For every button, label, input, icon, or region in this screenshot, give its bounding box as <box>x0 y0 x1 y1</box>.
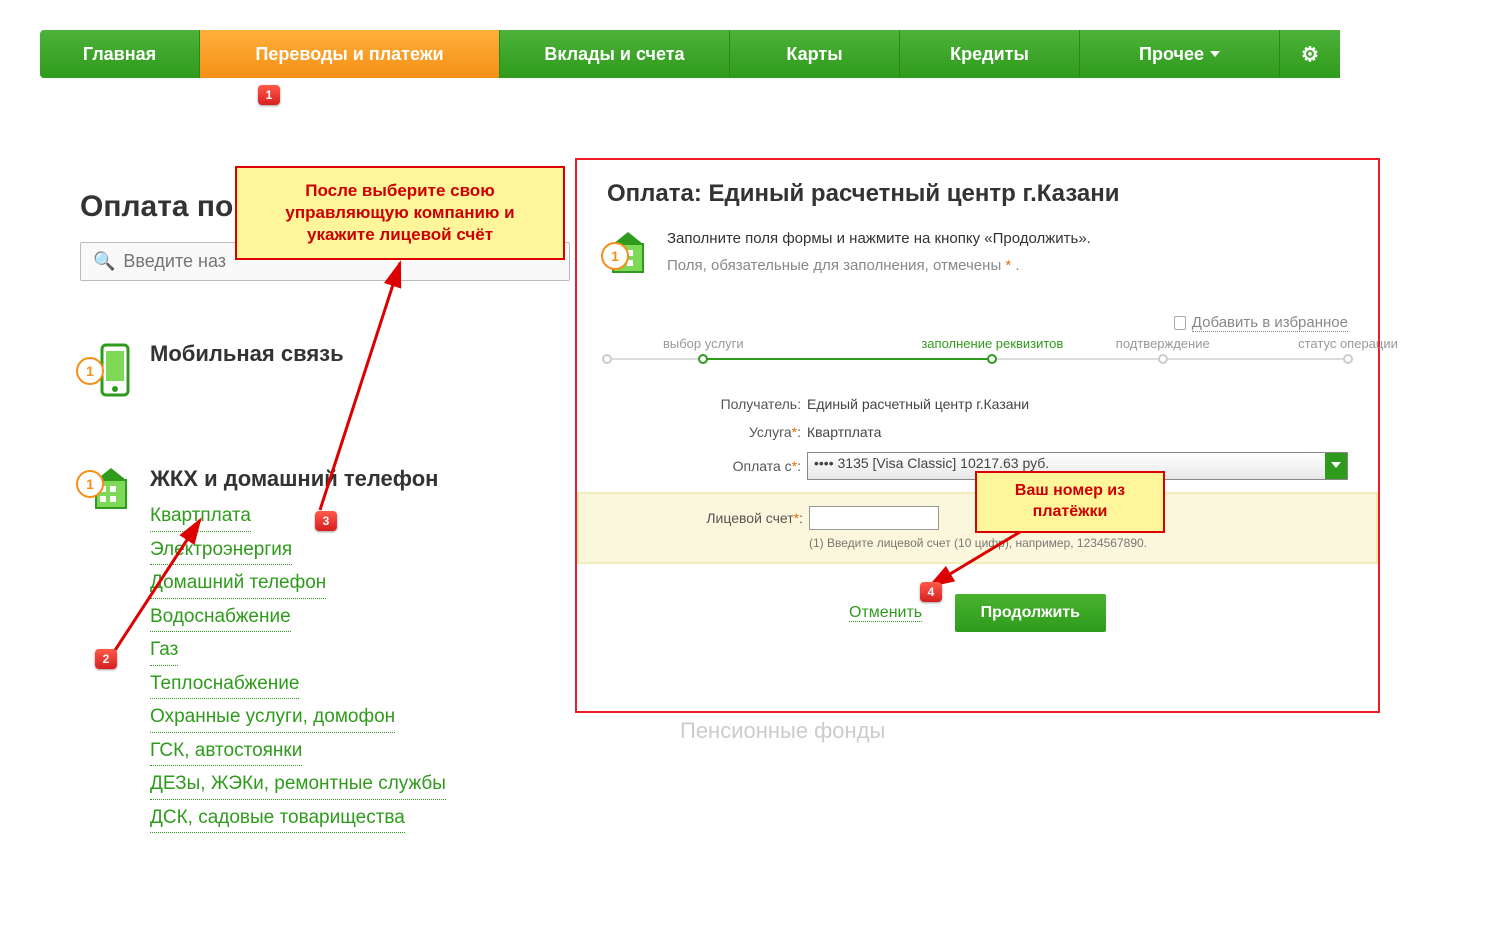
link-heat[interactable]: Теплоснабжение <box>150 670 299 700</box>
panel-title: Оплата: Единый расчетный центр г.Казани <box>607 180 1348 208</box>
add-favorite-link[interactable]: Добавить в избранное <box>1192 314 1348 332</box>
callout-instruction-1: После выберите свою управляющую компанию… <box>235 166 565 260</box>
gear-icon: ⚙ <box>1301 42 1319 67</box>
nav-deposits[interactable]: Вклады и счета <box>500 30 730 78</box>
payment-panel: Оплата: Единый расчетный центр г.Казани … <box>575 158 1380 713</box>
step-label-1: выбор услуги <box>663 336 744 351</box>
continue-button[interactable]: Продолжить <box>955 594 1106 632</box>
link-dez[interactable]: ДЕЗы, ЖЭКи, ремонтные службы <box>150 770 446 800</box>
step-label-3: подтверждение <box>1116 336 1210 351</box>
arrow-2-to-kvartplata <box>100 510 240 660</box>
nav-credits[interactable]: Кредиты <box>900 30 1080 78</box>
bookmark-icon <box>1174 316 1186 330</box>
nav-settings[interactable]: ⚙ <box>1280 30 1340 78</box>
link-dsk[interactable]: ДСК, садовые товарищества <box>150 804 405 834</box>
link-garage[interactable]: ГСК, автостоянки <box>150 737 302 767</box>
panel-info-1: Заполните поля формы и нажмите на кнопку… <box>667 230 1091 247</box>
cancel-link[interactable]: Отменить <box>849 604 922 622</box>
recipient-value: Единый расчетный центр г.Казани <box>807 396 1348 412</box>
arrow-3-to-callout <box>270 255 430 515</box>
chevron-down-icon <box>1331 462 1341 468</box>
account-label: Лицевой счет <box>706 510 793 526</box>
nav-home[interactable]: Главная <box>40 30 200 78</box>
card-select-value: •••• 3135 [Visa Classic] 10217.63 руб. <box>814 455 1049 471</box>
faded-category: Пенсионные фонды <box>680 718 885 744</box>
row-service: Услуга*: Квартплата <box>607 424 1348 440</box>
chevron-down-icon <box>1210 51 1220 57</box>
actions-row: Отменить Продолжить <box>607 594 1348 632</box>
nav-other-label: Прочее <box>1139 44 1204 65</box>
marker-1: 1 <box>258 85 280 105</box>
nav-cards[interactable]: Карты <box>730 30 900 78</box>
link-security[interactable]: Охранные услуги, домофон <box>150 703 395 733</box>
panel-info-2: Поля, обязательные для заполнения, отмеч… <box>667 257 1091 274</box>
row-recipient: Получатель: Единый расчетный центр г.Каз… <box>607 396 1348 412</box>
nav-payments[interactable]: Переводы и платежи <box>200 30 500 78</box>
service-value: Квартплата <box>807 424 1348 440</box>
main-nav: Главная Переводы и платежи Вклады и счет… <box>40 30 1460 78</box>
payfrom-label: Оплата с <box>733 458 792 474</box>
recipient-label: Получатель: <box>607 396 807 412</box>
service-label: Услуга <box>749 424 792 440</box>
step-badge-1b: 1 <box>76 470 104 498</box>
nav-other[interactable]: Прочее <box>1080 30 1280 78</box>
favorites-row: Добавить в избранное <box>607 314 1348 332</box>
step-label-4: статус операции <box>1298 336 1398 351</box>
nav-payments-label: Переводы и платежи <box>255 44 443 65</box>
callout-instruction-2: Ваш номер из платёжки <box>975 471 1165 533</box>
search-icon: 🔍 <box>93 251 115 272</box>
step-label-2: заполнение реквизитов <box>921 336 1063 351</box>
marker-3: 3 <box>315 511 337 531</box>
progress-stepper: выбор услуги заполнение реквизитов подтв… <box>607 342 1348 366</box>
marker-2: 2 <box>95 649 117 669</box>
marker-4: 4 <box>920 582 942 602</box>
panel-step-badge: 1 <box>601 242 629 270</box>
step-badge-1: 1 <box>76 357 104 385</box>
